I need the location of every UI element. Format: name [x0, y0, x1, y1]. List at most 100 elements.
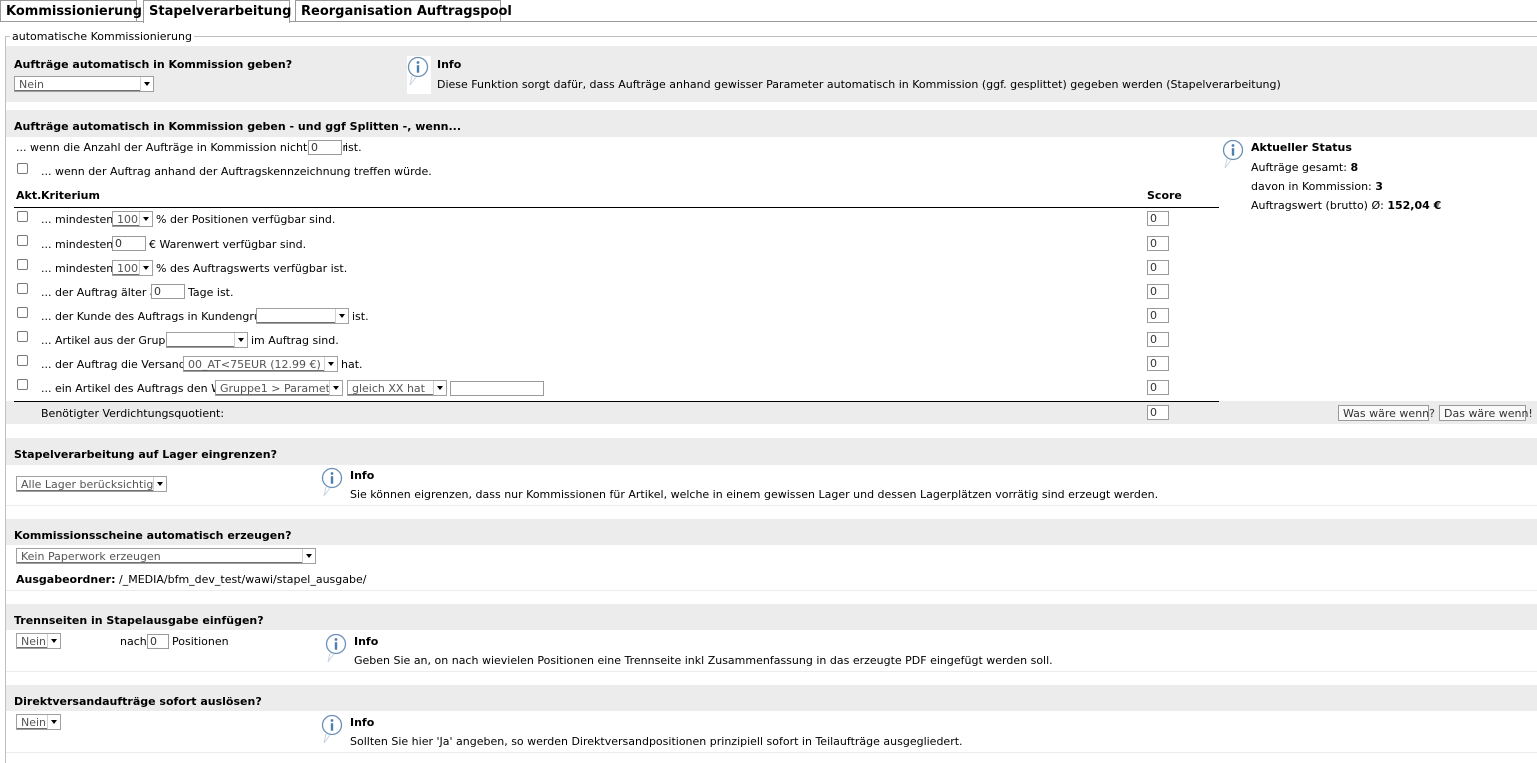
trennseiten-info-title: Info: [354, 635, 379, 648]
quotient-input[interactable]: 0: [1147, 405, 1169, 420]
direktversand-select-value: Nein: [21, 716, 47, 729]
criterion-checkbox-4[interactable]: [17, 307, 28, 318]
trennseiten-info-text: Geben Sie an, on nach wievielen Position…: [354, 654, 1053, 667]
output-folder-path: /_MEDIA/bfm_dev_test/wawi/stapel_ausgabe…: [119, 573, 367, 586]
paperwork-select[interactable]: Kein Paperwork erzeugen: [16, 548, 316, 564]
lager-info-text: Sie können eigrenzen, dass nur Kommissio…: [350, 488, 1159, 501]
col-criterion-header: Kriterium: [41, 189, 100, 202]
auto-commission-heading: Aufträge automatisch in Kommission geben…: [14, 58, 293, 71]
score-input[interactable]: 0: [1147, 260, 1169, 275]
status-total-value: 8: [1350, 161, 1359, 174]
trennseiten-select-value: Nein: [21, 635, 47, 648]
output-folder-row: Ausgabeordner: /_MEDIA/bfm_dev_test/wawi…: [16, 573, 366, 586]
criterion-checkbox-7[interactable]: [17, 379, 28, 390]
status-total-row: Aufträge gesamt: 8: [1251, 161, 1358, 174]
chevron-down-icon: [234, 333, 247, 347]
max-orders-suffix: ist.: [345, 141, 362, 154]
score-input[interactable]: 0: [1147, 356, 1169, 371]
status-title: Aktueller Status: [1251, 141, 1352, 154]
table-footer-line: [14, 401, 1219, 402]
paperwork-heading: Kommissionsscheine automatisch erzeugen?: [14, 529, 292, 542]
chevron-down-icon: [139, 261, 152, 275]
col-active-header: Akt.: [16, 189, 42, 202]
criterion-select-value: 100: [117, 213, 138, 226]
trennseiten-heading: Trennseiten in Stapelausgabe einfügen?: [14, 614, 264, 627]
criterion-select-value: 00_AT<75EUR (12.99 €): [188, 358, 321, 371]
info-icon: [321, 467, 343, 497]
tab-kommissionierung[interactable]: Kommissionierung: [0, 0, 142, 22]
criterion-label-suffix: % der Positionen verfügbar sind.: [156, 213, 336, 226]
status-commission-value: 3: [1375, 180, 1383, 193]
parameter-value-input[interactable]: [450, 381, 544, 396]
score-input[interactable]: 0: [1147, 284, 1169, 299]
trennseiten-positions-label: Positionen: [172, 635, 229, 648]
kennzeichnung-checkbox[interactable]: [17, 163, 28, 174]
lager-info-title: Info: [350, 469, 375, 482]
tab-reorganisation-auftragspool[interactable]: Reorganisation Auftragspool: [295, 0, 512, 22]
score-input[interactable]: 0: [1147, 211, 1169, 226]
max-orders-input[interactable]: 0: [308, 140, 342, 155]
parameter-select[interactable]: Gruppe1 > Parameter: [215, 380, 343, 396]
chevron-down-icon: [47, 715, 60, 729]
auto-commission-select[interactable]: Nein: [14, 76, 154, 92]
trennseiten-select[interactable]: Nein: [16, 633, 61, 649]
criterion-input[interactable]: 0: [151, 284, 185, 299]
article-group-select[interactable]: [166, 332, 248, 348]
info-icon: [325, 633, 347, 663]
criterion-checkbox-6[interactable]: [17, 355, 28, 366]
criterion-label-suffix: % des Auftragswerts verfügbar ist.: [156, 262, 348, 275]
chevron-down-icon: [47, 634, 60, 648]
score-input[interactable]: 0: [1147, 332, 1169, 347]
trennseiten-positions-input[interactable]: 0: [147, 634, 169, 649]
criterion-checkbox-3[interactable]: [17, 283, 28, 294]
would-be-button[interactable]: Das wäre wenn!: [1439, 405, 1533, 421]
fieldset-legend: automatische Kommissionierung: [10, 30, 194, 43]
chevron-down-icon: [335, 309, 348, 323]
what-if-button[interactable]: Was wäre wenn?: [1338, 405, 1435, 421]
score-input[interactable]: 0: [1147, 380, 1169, 395]
criterion-label: ... Artikel aus der Gruppe: [41, 334, 180, 347]
criterion-label: ... mindestens: [41, 238, 119, 251]
paperwork-select-value: Kein Paperwork erzeugen: [21, 550, 161, 563]
status-avg-value: 152,04 €: [1387, 199, 1442, 212]
lager-heading: Stapelverarbeitung auf Lager eingrenzen?: [14, 448, 277, 461]
criterion-checkbox-5[interactable]: [17, 331, 28, 342]
lager-select[interactable]: Alle Lager berücksichtigen: [16, 476, 167, 492]
criterion-input[interactable]: 0: [112, 236, 146, 251]
criterion-checkbox-1[interactable]: [17, 235, 28, 246]
auto-commission-select-value: Nein: [19, 78, 45, 91]
chevron-down-icon: [140, 77, 153, 91]
section-auto-commission: [6, 46, 1537, 102]
criterion-label-suffix: im Auftrag sind.: [251, 334, 339, 347]
lager-select-value: Alle Lager berücksichtigen: [21, 478, 167, 491]
direktversand-info-title: Info: [350, 716, 375, 729]
criterion-select-value: 100: [117, 262, 138, 275]
status-avg-label: Auftragswert (brutto) Ø:: [1251, 199, 1384, 212]
status-total-label: Aufträge gesamt:: [1251, 161, 1347, 174]
direktversand-select[interactable]: Nein: [16, 714, 61, 730]
criteria-heading: Aufträge automatisch in Kommission geben…: [14, 120, 462, 133]
comparison-select[interactable]: gleich XX hat: [347, 380, 447, 396]
criterion-label: ... mindestens: [41, 262, 119, 275]
criterion-label-suffix: hat.: [341, 358, 363, 371]
score-input[interactable]: 0: [1147, 308, 1169, 323]
customer-group-select[interactable]: [256, 308, 349, 324]
tab-stapelverarbeitung[interactable]: Stapelverarbeitung: [143, 0, 291, 23]
kennzeichnung-label: ... wenn der Auftrag anhand der Auftrags…: [41, 165, 432, 178]
comparison-select-value: gleich XX hat: [352, 382, 425, 395]
table-header-line: [14, 207, 1219, 208]
criterion-select[interactable]: 100: [112, 260, 153, 276]
criterion-label-suffix: Tage ist.: [188, 286, 234, 299]
status-avg-row: Auftragswert (brutto) Ø: 152,04 €: [1251, 199, 1441, 212]
chevron-down-icon: [139, 212, 152, 226]
criterion-checkbox-2[interactable]: [17, 259, 28, 270]
score-input[interactable]: 0: [1147, 236, 1169, 251]
shipping-method-select[interactable]: 00_AT<75EUR (12.99 €): [183, 356, 338, 372]
output-folder-label: Ausgabeordner:: [16, 573, 116, 586]
criterion-select-value: Gruppe1 > Parameter: [220, 382, 342, 395]
criterion-label: ... der Auftrag die Versandart: [41, 358, 202, 371]
chevron-down-icon: [433, 381, 446, 395]
criterion-select[interactable]: 100: [112, 211, 153, 227]
criterion-checkbox-0[interactable]: [17, 211, 28, 222]
auto-commission-info-text: Diese Funktion sorgt dafür, dass Aufträg…: [437, 78, 1281, 91]
